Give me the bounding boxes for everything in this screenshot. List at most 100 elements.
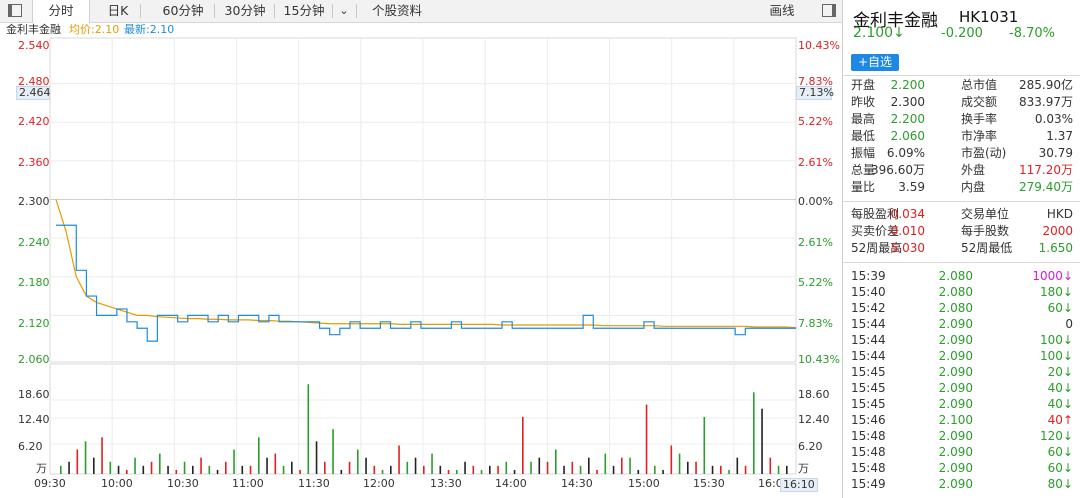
volume-bar	[233, 449, 235, 474]
volume-bar	[159, 453, 161, 474]
stat-row: 振幅 6.09% 市盈(动) 30.79	[843, 145, 1080, 162]
time-label: 15:00	[628, 477, 660, 490]
price-axis-label: 2.540	[18, 39, 50, 52]
volume-bar	[60, 465, 62, 474]
time-label: 14:30	[561, 477, 593, 490]
volume-bar	[662, 469, 664, 474]
stat-value: 3.59	[898, 180, 925, 194]
stat-row: 最高 2.200 换手率 0.03%	[843, 111, 1080, 128]
volume-bar	[769, 457, 772, 474]
cursor-pct-tag: 7.13%	[796, 86, 834, 100]
volume-bar	[381, 469, 384, 474]
trade-volume: 80↓	[1047, 477, 1073, 491]
stat-label: 振幅	[851, 146, 876, 160]
quote-stock-code: HK1031	[959, 8, 1019, 26]
trade-time: 15:45	[851, 365, 886, 379]
time-label: 13:30	[430, 477, 462, 490]
time-label: 16:0	[758, 477, 783, 490]
add-to-watchlist-button[interactable]: +自选	[851, 54, 899, 71]
quote-last-price: 2.100↓	[853, 25, 905, 41]
trade-row: 15:46 2.100 40↑	[843, 412, 1080, 429]
volume-axis-label: 6.20	[798, 440, 823, 453]
avg-price-line	[55, 199, 797, 329]
trade-time: 15:48	[851, 445, 886, 459]
stat-value: 6.09%	[886, 146, 925, 160]
price-axis-label: 2.120	[18, 317, 50, 330]
price-axis-label: 2.420	[18, 115, 50, 128]
volume-bar	[208, 465, 211, 474]
trade-row: 15:45 2.090 40↓	[843, 396, 1080, 413]
pct-axis-label: 5.22%	[798, 115, 833, 128]
volume-bar	[431, 453, 433, 474]
volume-bar	[93, 457, 95, 474]
trade-time: 15:45	[851, 381, 886, 395]
stat-value: 833.97万	[1019, 95, 1073, 109]
volume-bar	[357, 449, 359, 474]
stat-value: 2000	[1042, 224, 1073, 238]
trade-time: 15:46	[851, 413, 886, 427]
trade-row: 15:39 2.080 1000↓	[843, 268, 1080, 285]
volume-axis-label: 18.60	[18, 388, 50, 401]
volume-bar	[703, 416, 706, 474]
trade-row: 15:48 2.090 60↓	[843, 460, 1080, 477]
volume-unit-label: 万	[36, 462, 47, 475]
volume-bar	[258, 437, 260, 474]
volume-bar	[340, 469, 343, 474]
pct-axis-label: 10.43%	[798, 39, 840, 52]
volume-bar	[538, 457, 541, 474]
trade-row: 15:44 2.090 100↓	[843, 332, 1080, 349]
stat-value: 30.79	[1038, 146, 1073, 160]
stat-label: 内盘	[961, 180, 986, 194]
quote-change-pct: -8.70%	[1009, 26, 1055, 41]
volume-bar	[645, 404, 648, 474]
price-line	[56, 224, 796, 342]
volume-bar	[472, 465, 475, 474]
volume-bar	[175, 469, 178, 474]
volume-bar	[456, 469, 458, 474]
price-axis-label: 2.180	[18, 276, 50, 289]
stat-value: 117.20万	[1019, 163, 1073, 177]
divider	[843, 262, 1080, 263]
trade-price: 2.090	[938, 365, 973, 379]
volume-bar	[192, 465, 194, 474]
stat-label: 最低	[851, 129, 876, 143]
volume-bar	[678, 453, 681, 474]
trade-price: 2.090	[938, 317, 973, 331]
intraday-chart[interactable]	[0, 0, 842, 498]
volume-bar	[464, 461, 466, 474]
trade-volume: 180↓	[1040, 285, 1073, 299]
volume-bar	[126, 469, 128, 474]
trade-row: 15:40 2.080 180↓	[843, 284, 1080, 301]
volume-bar	[390, 465, 392, 474]
trade-price: 2.080	[938, 285, 973, 299]
trade-row: 15:44 2.090 100↓	[843, 348, 1080, 365]
trade-price: 2.090	[938, 461, 973, 475]
volume-bar	[68, 461, 70, 474]
pct-axis-label: 2.61%	[798, 156, 833, 169]
volume-bar	[109, 461, 112, 474]
time-label: 10:00	[101, 477, 133, 490]
time-label: 09:30	[34, 477, 66, 490]
volume-bar	[571, 461, 574, 474]
stat-value: 1.37	[1046, 129, 1073, 143]
volume-bar	[588, 457, 590, 474]
trade-volume: 60↓	[1047, 301, 1073, 315]
volume-bar	[406, 461, 409, 474]
stat-row: 52周最高 5.030 52周最低 1.650	[843, 240, 1080, 257]
volume-bar	[241, 465, 244, 474]
trade-row: 15:42 2.080 60↓	[843, 300, 1080, 317]
trade-row: 15:49 2.090 80↓	[843, 476, 1080, 493]
trade-price: 2.090	[938, 445, 973, 459]
volume-unit-label: 万	[798, 462, 809, 475]
stat-value: 2.300	[890, 95, 925, 109]
trade-price: 2.090	[938, 333, 973, 347]
divider	[843, 201, 1080, 202]
volume-bar	[687, 461, 689, 474]
trade-volume: 40↓	[1047, 381, 1073, 395]
stat-value: 0.03%	[1034, 112, 1073, 126]
pct-axis-label: 10.43%	[798, 353, 840, 366]
trade-time: 15:49	[851, 477, 886, 491]
volume-bar	[307, 384, 310, 474]
trade-price: 2.090	[938, 429, 973, 443]
volume-bar	[637, 469, 640, 474]
